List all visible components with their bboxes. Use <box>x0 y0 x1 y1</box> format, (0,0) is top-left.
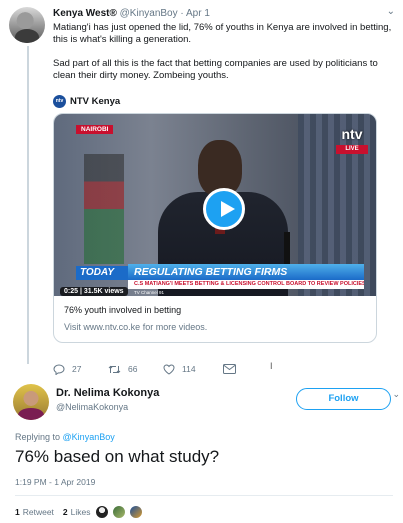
tweet-text-paragraph: Sad part of all this is the fact that be… <box>53 58 378 81</box>
avatar[interactable] <box>111 505 126 519</box>
avatar[interactable] <box>128 505 143 519</box>
tweet-date[interactable]: Apr 1 <box>186 8 210 19</box>
author-handle[interactable]: @KinyanBoy <box>120 8 178 19</box>
ntv-logo-icon: ntv <box>53 94 66 108</box>
media-card[interactable]: NAIROBI ntv LIVE TODAY REGULATING BETTIN… <box>53 113 377 343</box>
play-button-icon[interactable] <box>203 188 245 230</box>
news-headline: REGULATING BETTING FIRMS <box>128 264 364 280</box>
tweet-timestamp[interactable]: 1:19 PM - 1 Apr 2019 <box>15 477 95 487</box>
reply-count: 27 <box>72 364 82 374</box>
follow-button[interactable]: Follow <box>296 388 391 410</box>
retweet-icon <box>108 365 121 373</box>
tweet-actions: 27 66 114 <box>53 363 236 375</box>
retweets-count[interactable]: 1 <box>15 507 20 517</box>
card-title[interactable]: 76% youth involved in betting <box>64 305 181 315</box>
author-handle[interactable]: @NelimaKokonya <box>56 402 128 412</box>
channel-logo-text: ntv <box>341 126 363 142</box>
video-duration-badge: 0:25 | 31.5K views <box>60 287 128 296</box>
heart-icon <box>163 363 175 375</box>
reply-icon <box>53 363 65 375</box>
divider <box>15 495 393 496</box>
retweet-button[interactable]: 66 <box>108 364 163 375</box>
replying-to: Replying to @KinyanBoy <box>15 432 115 442</box>
channel-logo: ntv LIVE <box>336 125 368 159</box>
avatar[interactable] <box>13 384 49 420</box>
chevron-down-icon[interactable]: ⌄ <box>387 6 395 17</box>
retweets-label[interactable]: Retweet <box>23 507 54 517</box>
flag-backdrop <box>84 154 124 264</box>
video-player[interactable]: NAIROBI ntv LIVE TODAY REGULATING BETTIN… <box>54 114 376 296</box>
retweet-count: 66 <box>128 364 138 374</box>
video-views: 31.5K views <box>83 288 124 295</box>
today-label: TODAY <box>76 266 128 280</box>
likes-label[interactable]: Likes <box>71 507 91 517</box>
chevron-down-icon[interactable]: ⌄ <box>392 389 400 400</box>
tweet-text-paragraph: Matiang'i has just opened the lid, 76% o… <box>53 22 392 45</box>
live-badge: LIVE <box>336 145 368 154</box>
direct-message-button[interactable] <box>223 364 236 374</box>
envelope-icon <box>223 364 236 374</box>
reply-button[interactable]: 27 <box>53 363 108 375</box>
tweet-text: Matiang'i has just opened the lid, 76% o… <box>53 22 393 94</box>
tweet-text: 76% based on what study? <box>15 447 220 466</box>
like-button[interactable]: 114 <box>163 363 223 375</box>
channel-line: TV Channel 91 <box>134 290 165 295</box>
avatar[interactable] <box>94 505 109 519</box>
tweet-stats: 1 Retweet 2 Likes <box>15 505 143 519</box>
likers-avatars <box>94 505 143 519</box>
replying-to-prefix: Replying to <box>15 432 61 442</box>
tweet-header: Kenya West® @KinyanBoy · Apr 1 <box>53 8 210 20</box>
media-source[interactable]: ntv NTV Kenya <box>53 94 120 108</box>
media-source-name: NTV Kenya <box>70 95 121 107</box>
author-name[interactable]: Dr. Nelima Kokonya <box>56 387 159 399</box>
text-cursor-icon: I <box>270 361 273 371</box>
replying-to-link[interactable]: @KinyanBoy <box>63 432 115 442</box>
author-name[interactable]: Kenya West® <box>53 8 117 19</box>
location-tag: NAIROBI <box>76 125 114 134</box>
thread-line <box>27 46 29 364</box>
news-subline: C.S MATIANG'I MEETS BETTING & LICENSING … <box>128 280 364 289</box>
video-duration: 0:25 <box>64 288 79 295</box>
likes-count[interactable]: 2 <box>63 507 68 517</box>
card-url[interactable]: Visit www.ntv.co.ke for more videos. <box>64 322 207 332</box>
like-count: 114 <box>182 364 196 374</box>
avatar[interactable] <box>9 7 45 43</box>
dot-separator: · <box>180 8 184 19</box>
